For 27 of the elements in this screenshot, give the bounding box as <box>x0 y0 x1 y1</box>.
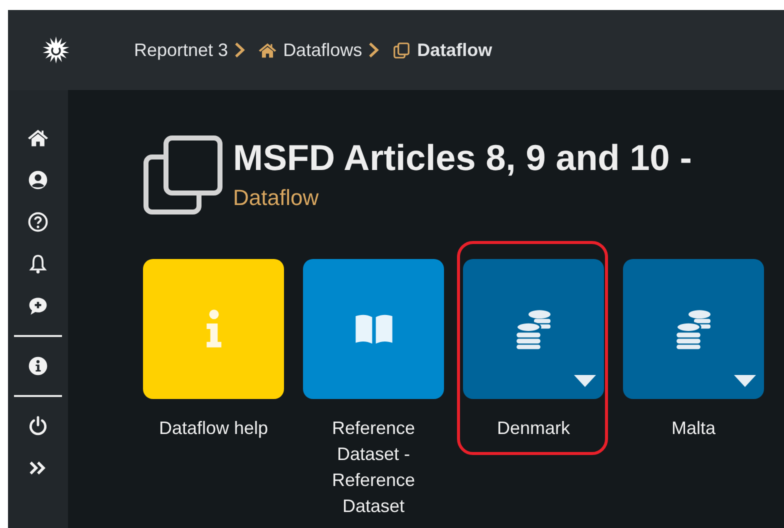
card-label: Reference Dataset - Reference Dataset <box>330 417 416 518</box>
home-icon <box>258 40 278 60</box>
caret-down-icon[interactable] <box>734 375 756 387</box>
bell-icon[interactable] <box>27 253 49 275</box>
card-label: Denmark <box>496 417 572 440</box>
breadcrumb-link[interactable]: Dataflow <box>417 40 492 60</box>
home-icon[interactable] <box>27 127 49 149</box>
copy-icon <box>143 135 223 215</box>
user-icon[interactable] <box>27 169 49 191</box>
page-subtitle: Dataflow <box>233 185 320 211</box>
breadcrumb-link[interactable]: Dataflows <box>283 40 362 60</box>
sun-logo-icon[interactable] <box>42 36 70 64</box>
info-icon[interactable] <box>27 355 49 377</box>
page-title: MSFD Articles 8, 9 and 10 - <box>233 137 692 179</box>
dataflow-card[interactable] <box>463 259 604 399</box>
breadcrumb-link[interactable]: Reportnet 3 <box>134 40 228 60</box>
dataflow-card[interactable] <box>623 259 764 399</box>
dataflow-card[interactable] <box>303 259 444 399</box>
copy-icon <box>392 40 412 60</box>
card-label: Dataflow help <box>158 417 270 440</box>
card-label: Malta <box>670 417 716 440</box>
chat-plus-icon[interactable] <box>27 295 49 317</box>
help-icon[interactable] <box>27 211 49 233</box>
chevron-right-icon <box>234 42 246 58</box>
power-icon[interactable] <box>27 415 49 437</box>
caret-down-icon[interactable] <box>574 375 596 387</box>
chevron-right-icon <box>368 42 380 58</box>
